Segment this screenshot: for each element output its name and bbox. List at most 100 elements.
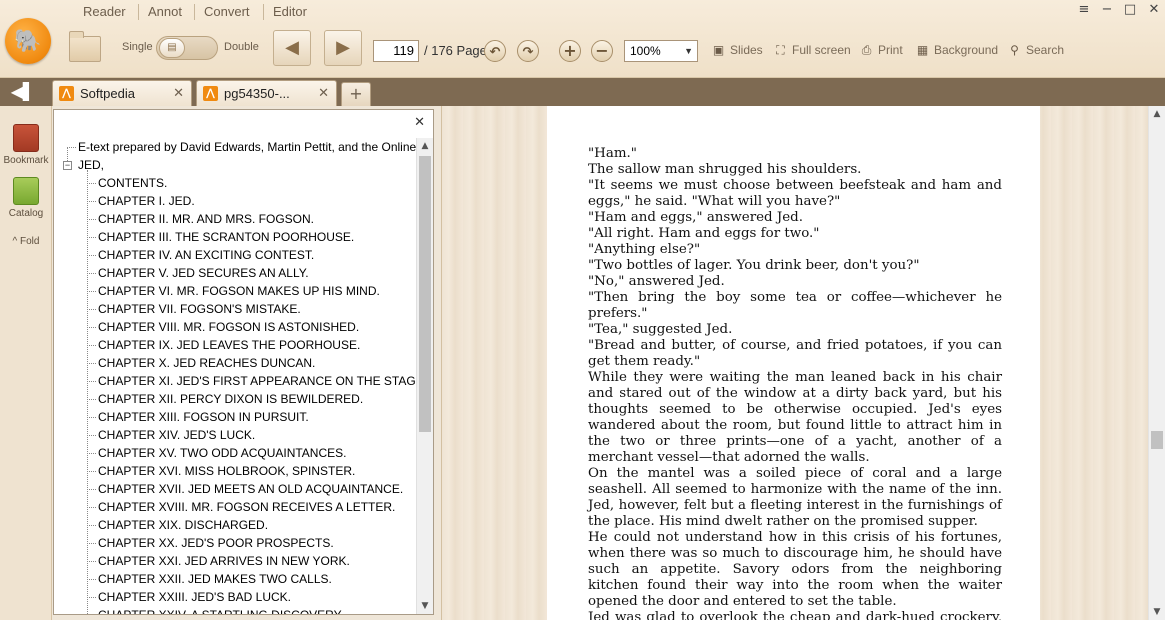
background-icon: ▦ [916,43,929,57]
minimize-icon[interactable]: − [1098,2,1116,17]
bookmark-label: Bookmark [3,155,49,166]
close-tab-icon[interactable]: ✕ [318,85,329,101]
chevron-up-icon: ^ [12,236,18,247]
scrollbar-thumb[interactable] [1151,431,1163,449]
tree-connector [87,345,96,346]
tree-item-chapter[interactable]: CHAPTER XI. JED'S FIRST APPEARANCE ON TH… [98,372,417,390]
close-panel-icon[interactable]: ✕ [414,115,425,130]
collapse-sidebar-button[interactable]: ◀▌ [0,78,46,106]
pdf-icon: ⋀ [59,86,74,101]
tree-item-chapter[interactable]: CHAPTER VI. MR. FOGSON MAKES UP HIS MIND… [98,282,380,300]
tree-item-chapter[interactable]: CHAPTER XXI. JED ARRIVES IN NEW YORK. [98,552,350,570]
zoom-out-button[interactable]: − [591,40,613,62]
open-folder-icon[interactable] [69,31,101,62]
tree-item-chapter[interactable]: CHAPTER II. MR. AND MRS. FOGSON. [98,210,314,228]
menu-tab-annot[interactable]: Annot [148,4,182,19]
tree-connector [87,507,96,508]
tree-item-chapter[interactable]: CHAPTER XXII. JED MAKES TWO CALLS. [98,570,332,588]
previous-page-button[interactable]: ◀ [273,30,311,66]
tree-item-root[interactable]: E-text prepared by David Edwards, Martin… [78,138,417,156]
settings-menu-icon[interactable]: ≡ [1075,2,1093,17]
tree-item-chapter[interactable]: CHAPTER XVII. JED MEETS AN OLD ACQUAINTA… [98,480,403,498]
double-page-label: Double [224,41,259,53]
tree-connector [87,489,96,490]
new-tab-button[interactable]: + [341,82,371,106]
next-page-button[interactable]: ▶ [324,30,362,66]
tree-item-chapter[interactable]: CHAPTER IX. JED LEAVES THE POORHOUSE. [98,336,360,354]
zoom-select[interactable]: 100% ▼ [624,40,698,62]
tree-connector [87,183,96,184]
scrollbar-thumb[interactable] [419,156,431,432]
close-tab-icon[interactable]: ✕ [173,85,184,101]
reading-area[interactable]: "Ham." The sallow man shrugged his should… [441,106,1165,620]
search-button[interactable]: ⚲ Search [1007,43,1064,57]
collapse-icon[interactable]: − [63,161,72,170]
undo-button[interactable]: ↶ [484,40,506,62]
tab-pg54350[interactable]: ⋀ pg54350-... ✕ [196,80,337,106]
page-paragraph: "Anything else?" [588,242,701,257]
app-logo[interactable]: 🐘 [5,18,51,64]
zoom-out-icon: − [595,41,609,60]
tree-connector [87,309,96,310]
tree-item-parent[interactable]: JED, [78,156,104,174]
catalog-button[interactable]: Catalog [0,177,52,219]
fold-button[interactable]: ^ Fold [0,236,52,247]
tab-softpedia[interactable]: ⋀ Softpedia ✕ [52,80,192,106]
tree-connector [87,291,96,292]
tree-connector [87,255,96,256]
zoom-in-button[interactable]: + [559,40,581,62]
tree-item-chapter[interactable]: CHAPTER XV. TWO ODD ACQUAINTANCES. [98,444,346,462]
page-paragraph: "It seems we must choose between beefste… [588,178,1002,209]
full-screen-button[interactable]: ⛶ Full screen [773,43,850,57]
tree-item-chapter[interactable]: CHAPTER XVI. MISS HOLBROOK, SPINSTER. [98,462,355,480]
scroll-up-icon[interactable]: ▲ [1149,106,1165,122]
tree-item-chapter[interactable]: CHAPTER IV. AN EXCITING CONTEST. [98,246,314,264]
tree-item-chapter[interactable]: CHAPTER XIV. JED'S LUCK. [98,426,255,444]
catalog-label: Catalog [8,208,44,219]
page-paragraph: "Bread and butter, of course, and fried … [588,338,1002,369]
elephant-icon: 🐘 [14,28,42,54]
tree-item-chapter[interactable]: CHAPTER XIII. FOGSON IN PURSUIT. [98,408,309,426]
scroll-up-icon[interactable]: ▲ [417,138,433,154]
page-mode-toggle[interactable]: ▤ [156,36,218,60]
tree-item-chapter[interactable]: CHAPTER XVIII. MR. FOGSON RECEIVES A LET… [98,498,395,516]
tree-item-chapter[interactable]: CHAPTER XXIV. A STARTLING DISCOVERY. [98,606,343,614]
tab-label: Softpedia [80,86,135,101]
catalog-panel: ✕ E-text prepared by David Edwards, Mart… [53,109,434,615]
redo-button[interactable]: ↷ [517,40,539,62]
maximize-icon[interactable]: □ [1121,2,1139,17]
tree-connector [87,237,96,238]
bookmark-button[interactable]: Bookmark [0,124,52,166]
tree-item-chapter[interactable]: CHAPTER III. THE SCRANTON POORHOUSE. [98,228,354,246]
tree-connector [87,435,96,436]
tree-item-chapter[interactable]: CHAPTER XX. JED'S POOR PROSPECTS. [98,534,334,552]
tree-item-chapter[interactable]: CONTENTS. [98,174,167,192]
tree-item-chapter[interactable]: CHAPTER XIX. DISCHARGED. [98,516,268,534]
catalog-tree: E-text prepared by David Edwards, Martin… [54,138,417,614]
scroll-down-icon[interactable]: ▼ [1149,604,1165,620]
page-number-input[interactable]: 119 [373,40,419,62]
print-icon: ⎙ [861,43,872,57]
document-scrollbar[interactable]: ▲ ▼ [1148,106,1165,620]
slides-button[interactable]: ▣ Slides [711,43,763,57]
menu-tab-convert[interactable]: Convert [204,4,250,19]
scroll-down-icon[interactable]: ▼ [417,598,433,614]
tree-item-chapter[interactable]: CHAPTER I. JED. [98,192,195,210]
tree-connector [87,471,96,472]
document-page[interactable]: "Ham." The sallow man shrugged his should… [547,106,1040,620]
close-window-icon[interactable]: ✕ [1145,2,1163,17]
tree-connector [87,327,96,328]
pdf-icon: ⋀ [203,86,218,101]
background-button[interactable]: ▦ Background [915,43,998,57]
tree-item-chapter[interactable]: CHAPTER XII. PERCY DIXON IS BEWILDERED. [98,390,363,408]
tree-item-chapter[interactable]: CHAPTER VIII. MR. FOGSON IS ASTONISHED. [98,318,359,336]
tree-item-chapter[interactable]: CHAPTER V. JED SECURES AN ALLY. [98,264,309,282]
tree-connector [87,363,96,364]
tree-item-chapter[interactable]: CHAPTER VII. FOGSON'S MISTAKE. [98,300,301,318]
catalog-scrollbar[interactable]: ▲ ▼ [416,138,433,614]
menu-tab-reader[interactable]: Reader [83,4,126,19]
print-button[interactable]: ⎙ Print [859,43,903,57]
menu-tab-editor[interactable]: Editor [273,4,307,19]
tree-item-chapter[interactable]: CHAPTER X. JED REACHES DUNCAN. [98,354,315,372]
tree-item-chapter[interactable]: CHAPTER XXIII. JED'S BAD LUCK. [98,588,291,606]
